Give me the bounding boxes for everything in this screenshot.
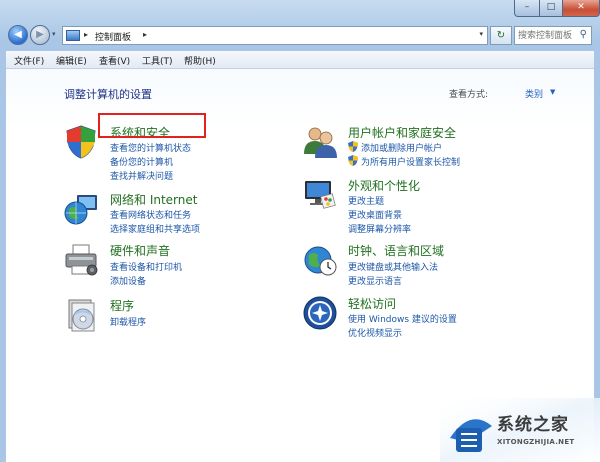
uac-shield-icon	[348, 155, 358, 166]
link-optimize-video-display[interactable]: 优化视频显示	[348, 326, 402, 339]
clock-globe-icon[interactable]	[302, 242, 338, 278]
category-appearance[interactable]: 外观和个性化	[348, 177, 420, 194]
search-box[interactable]: ⚲	[514, 26, 592, 45]
link-add-device[interactable]: 添加设备	[110, 274, 146, 287]
link-add-remove-accounts[interactable]: 添加或删除用户帐户	[361, 141, 442, 154]
link-change-theme[interactable]: 更改主题	[348, 194, 384, 207]
link-view-computer-status[interactable]: 查看您的计算机状态	[110, 141, 191, 154]
maximize-button[interactable]: □	[539, 0, 563, 17]
minimize-button[interactable]: –	[514, 0, 540, 17]
link-change-background[interactable]: 更改桌面背景	[348, 208, 402, 221]
breadcrumb-control-panel[interactable]: 控制面板	[95, 30, 131, 43]
menu-view[interactable]: 查看(V)	[99, 54, 130, 67]
programs-disc-icon[interactable]	[63, 297, 99, 333]
highlight-box	[98, 113, 206, 138]
address-dropdown-chevron-icon[interactable]: ▾	[479, 30, 483, 38]
view-by-label: 查看方式:	[449, 90, 489, 100]
address-bar[interactable]: ▸ 控制面板 ▸ ▾	[62, 26, 488, 45]
link-network-status[interactable]: 查看网络状态和任务	[110, 208, 191, 221]
ease-of-access-icon[interactable]	[302, 295, 338, 331]
recent-pages-chevron-icon[interactable]: ▾	[52, 30, 56, 38]
menu-file[interactable]: 文件(F)	[14, 54, 44, 67]
menu-tools[interactable]: 工具(T)	[142, 54, 173, 67]
view-by-selector[interactable]: 类别	[525, 87, 543, 100]
watermark-text: 系统之家	[497, 415, 569, 435]
link-uninstall-program[interactable]: 卸载程序	[110, 315, 146, 328]
category-hardware-sound[interactable]: 硬件和声音	[110, 242, 170, 259]
category-clock-language-region[interactable]: 时钟、语言和区域	[348, 242, 444, 259]
search-icon[interactable]: ⚲	[580, 29, 587, 40]
network-globe-icon[interactable]	[63, 191, 99, 227]
category-programs[interactable]: 程序	[110, 297, 134, 314]
menu-bar: 文件(F) 编辑(E) 查看(V) 工具(T) 帮助(H)	[6, 51, 594, 69]
printer-icon[interactable]	[63, 242, 99, 278]
link-change-keyboard[interactable]: 更改键盘或其他输入法	[348, 260, 438, 273]
link-backup-computer[interactable]: 备份您的计算机	[110, 155, 173, 168]
close-button[interactable]: ✕	[562, 0, 600, 17]
control-panel-icon	[66, 30, 80, 41]
breadcrumb-separator-icon[interactable]: ▸	[143, 30, 147, 39]
menu-help[interactable]: 帮助(H)	[184, 54, 216, 67]
category-network-internet[interactable]: 网络和 Internet	[110, 191, 197, 208]
monitor-paint-icon[interactable]	[302, 177, 338, 213]
refresh-button[interactable]: ↻	[490, 26, 512, 45]
link-screen-resolution[interactable]: 调整屏幕分辨率	[348, 222, 411, 235]
watermark-url: XITONGZHIJIA.NET	[497, 438, 575, 446]
link-windows-recommended-settings[interactable]: 使用 Windows 建议的设置	[348, 312, 457, 325]
link-devices-printers[interactable]: 查看设备和打印机	[110, 260, 182, 273]
users-icon[interactable]	[302, 124, 338, 160]
menu-edit[interactable]: 编辑(E)	[56, 54, 87, 67]
back-button[interactable]: ◀	[8, 25, 28, 45]
category-ease-of-access[interactable]: 轻松访问	[348, 295, 396, 312]
shield-icon[interactable]	[63, 124, 99, 160]
uac-shield-icon	[348, 141, 358, 152]
link-parental-controls[interactable]: 为所有用户设置家长控制	[361, 155, 460, 168]
link-change-display-language[interactable]: 更改显示语言	[348, 274, 402, 287]
link-troubleshoot[interactable]: 查找并解决问题	[110, 169, 173, 182]
category-user-accounts[interactable]: 用户帐户和家庭安全	[348, 124, 456, 141]
link-homegroup-sharing[interactable]: 选择家庭组和共享选项	[110, 222, 200, 235]
breadcrumb-separator-icon[interactable]: ▸	[84, 30, 88, 39]
page-title: 调整计算机的设置	[64, 88, 152, 101]
view-by-chevron-down-icon[interactable]: ▼	[550, 88, 555, 96]
search-input[interactable]	[518, 28, 578, 43]
forward-button[interactable]: ▶	[30, 25, 50, 45]
